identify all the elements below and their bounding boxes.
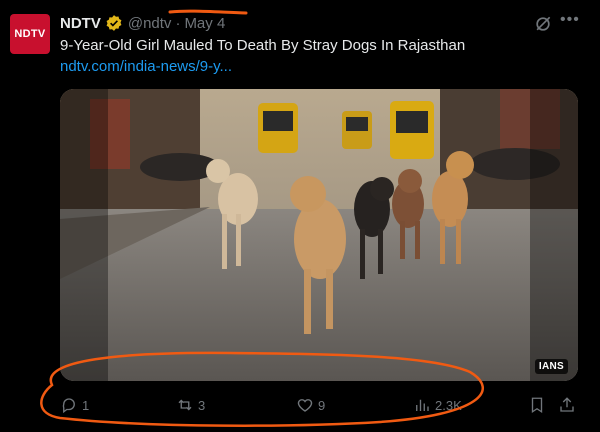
views-button[interactable]: 2.3K — [413, 392, 462, 418]
tweet-header: NDTV @ndtv · May 4 — [60, 12, 225, 34]
like-button[interactable]: 9 — [296, 392, 325, 418]
tweet-media-image[interactable]: IANS — [60, 89, 578, 381]
views-icon — [416, 399, 429, 411]
tweet[interactable]: NDTV NDTV @ndtv · May 4 ••• 9-Year-Old G… — [0, 0, 600, 432]
separator-dot: · — [175, 14, 181, 32]
account-handle[interactable]: @ndtv — [128, 15, 172, 32]
like-count: 9 — [318, 397, 326, 413]
repost-icon — [178, 399, 192, 411]
street-dogs-photo — [60, 89, 578, 381]
views-count: 2.3K — [435, 397, 462, 413]
share-button[interactable] — [558, 392, 580, 418]
photo-credit: IANS — [534, 359, 568, 374]
tweet-date[interactable]: May 4 — [184, 15, 225, 32]
like-icon — [297, 399, 313, 412]
repost-count: 3 — [198, 397, 206, 413]
more-icon[interactable]: ••• — [560, 11, 580, 33]
verified-badge-icon[interactable] — [105, 14, 123, 32]
account-name[interactable]: NDTV — [60, 15, 101, 32]
action-bar: 1 3 9 2.3K — [60, 392, 580, 418]
bookmark-icon — [531, 397, 543, 414]
tweet-headline: 9-Year-Old Girl Mauled To Death By Stray… — [60, 37, 466, 54]
avatar-logo-text: NDTV — [14, 28, 46, 40]
bookmark-button[interactable] — [528, 392, 550, 418]
share-icon — [560, 397, 574, 412]
article-link[interactable]: ndtv.com/india-news/9-y... — [60, 58, 232, 75]
reply-button[interactable]: 1 — [60, 392, 89, 418]
reply-icon — [62, 398, 75, 414]
avatar[interactable]: NDTV — [10, 14, 50, 54]
repost-button[interactable]: 3 — [176, 392, 205, 418]
grok-icon[interactable] — [533, 14, 553, 34]
reply-count: 1 — [82, 397, 90, 413]
